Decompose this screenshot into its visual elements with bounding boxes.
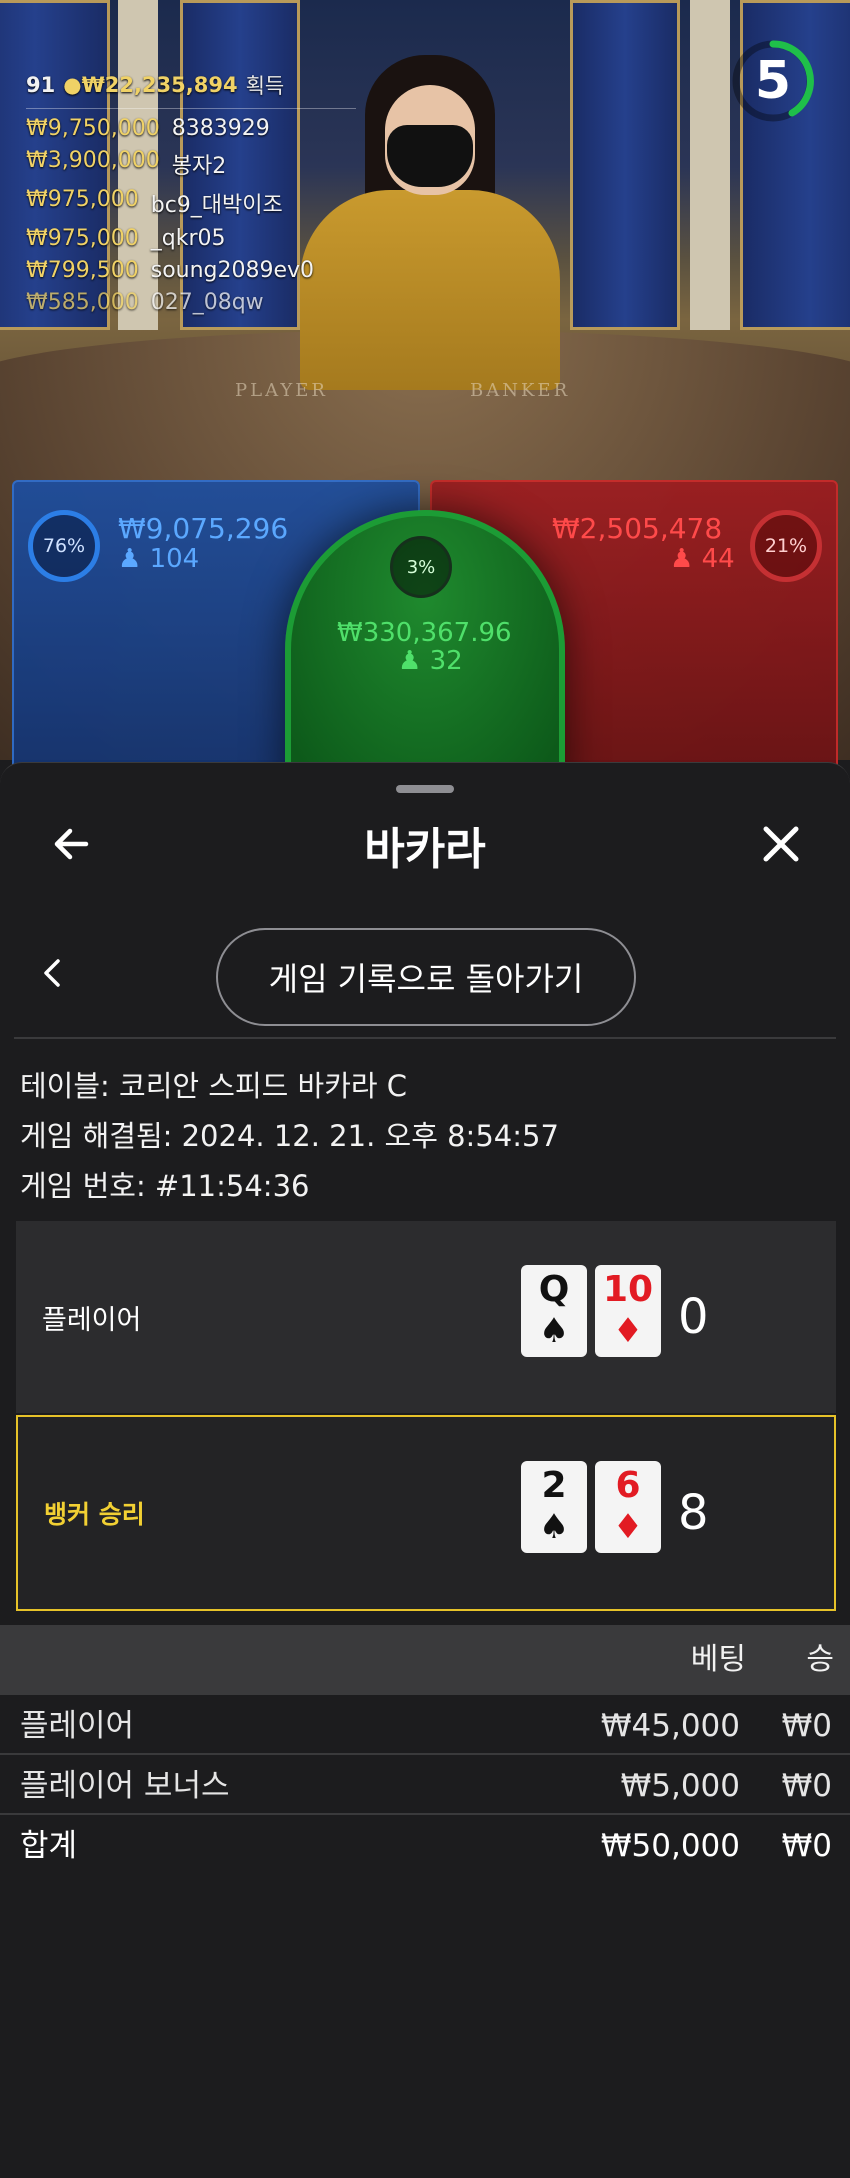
winner-row: ₩585,000 027_08qw bbox=[26, 290, 264, 315]
person-icon: ● bbox=[63, 73, 82, 97]
felt-player-label: PLAYER bbox=[235, 380, 328, 401]
banker-score: 8 bbox=[678, 1485, 709, 1541]
winner-row: ₩975,000 _qkr05 bbox=[26, 226, 226, 251]
player-score: 0 bbox=[678, 1289, 709, 1345]
pillar bbox=[690, 0, 730, 330]
playing-card: 2 ♠ bbox=[521, 1461, 587, 1553]
tie-percent: 3% bbox=[390, 536, 452, 598]
bets-table-header: 베팅 승 bbox=[0, 1625, 850, 1695]
tie-bettor-count: ♟ 32 bbox=[398, 646, 463, 676]
felt-banker-label: BANKER bbox=[470, 380, 571, 401]
tie-bet-amount: ₩330,367.96 bbox=[337, 618, 512, 648]
sheet-title: 바카라 bbox=[364, 824, 486, 875]
total-row: 합계 ₩50,000 ₩0 bbox=[20, 1828, 832, 1864]
playing-card: Q ♠ bbox=[521, 1265, 587, 1357]
game-history-sheet: 바카라 게임 기록으로 돌아가기 테이블: 코리안 스피드 바카라 C 게임 해… bbox=[0, 762, 850, 2178]
wall-panel bbox=[570, 0, 680, 330]
banker-hand-label: 뱅커 승리 bbox=[44, 1500, 145, 1529]
spade-icon: ♠ bbox=[538, 1311, 570, 1351]
winner-row: ₩3,900,000 봉자2 bbox=[26, 148, 227, 179]
spade-icon: ♠ bbox=[538, 1507, 570, 1547]
diamond-icon: ♦ bbox=[612, 1311, 644, 1351]
winners-list: 91 ●₩22,235,894 획득 ₩9,750,000 8383929 ₩3,… bbox=[26, 70, 356, 315]
winners-count: 91 bbox=[26, 73, 56, 97]
bet-column-header: 베팅 bbox=[690, 1642, 746, 1677]
person-icon: ♟ bbox=[398, 646, 422, 676]
table-row: 플레이어 ₩45,000 ₩0 bbox=[0, 1697, 850, 1755]
betting-timer: 5 bbox=[730, 38, 816, 124]
playing-card: 10 ♦ bbox=[595, 1265, 661, 1357]
winners-header: 91 ●₩22,235,894 획득 bbox=[26, 70, 356, 109]
player-percent: 76% bbox=[28, 510, 100, 582]
table-name: 테이블: 코리안 스피드 바카라 C bbox=[20, 1069, 408, 1103]
banker-bet-amount: ₩2,505,478 bbox=[552, 512, 723, 545]
player-bettor-count: ♟ 104 bbox=[118, 544, 200, 574]
banker-hand: 뱅커 승리 2 ♠ 6 ♦ 8 bbox=[16, 1415, 836, 1611]
player-bet-amount: ₩9,075,296 bbox=[118, 512, 289, 545]
game-resolved-time: 게임 해결됨: 2024. 12. 21. 오후 8:54:57 bbox=[20, 1119, 559, 1153]
person-icon: ♟ bbox=[670, 544, 694, 574]
winners-total: ●₩22,235,894 bbox=[63, 73, 238, 97]
win-column-header: 승 bbox=[806, 1642, 834, 1677]
player-hand-label: 플레이어 bbox=[42, 1304, 142, 1336]
back-to-history-button[interactable]: 게임 기록으로 돌아가기 bbox=[216, 928, 636, 1026]
diamond-icon: ♦ bbox=[612, 1507, 644, 1547]
winner-row: ₩9,750,000 8383929 bbox=[26, 116, 270, 141]
winners-suffix: 획득 bbox=[245, 74, 285, 98]
table-row: 플레이어 보너스 ₩5,000 ₩0 bbox=[0, 1757, 850, 1815]
banker-bettor-count: ♟ 44 bbox=[670, 544, 735, 574]
sheet-drag-handle[interactable] bbox=[396, 785, 454, 793]
timer-seconds: 5 bbox=[754, 51, 792, 111]
winner-row: ₩799,500 soung2089ev0 bbox=[26, 258, 315, 283]
player-hand: 플레이어 Q ♠ 10 ♦ 0 bbox=[16, 1221, 836, 1413]
person-icon: ♟ bbox=[118, 544, 142, 574]
playing-card: 6 ♦ bbox=[595, 1461, 661, 1553]
divider bbox=[14, 1037, 836, 1039]
close-icon[interactable] bbox=[756, 819, 806, 869]
chevron-left-icon[interactable] bbox=[36, 953, 72, 993]
banker-percent: 21% bbox=[750, 510, 822, 582]
winner-row: ₩975,000 bc9_대박이조 bbox=[26, 187, 283, 218]
game-number: 게임 번호: #11:54:36 bbox=[20, 1169, 310, 1203]
